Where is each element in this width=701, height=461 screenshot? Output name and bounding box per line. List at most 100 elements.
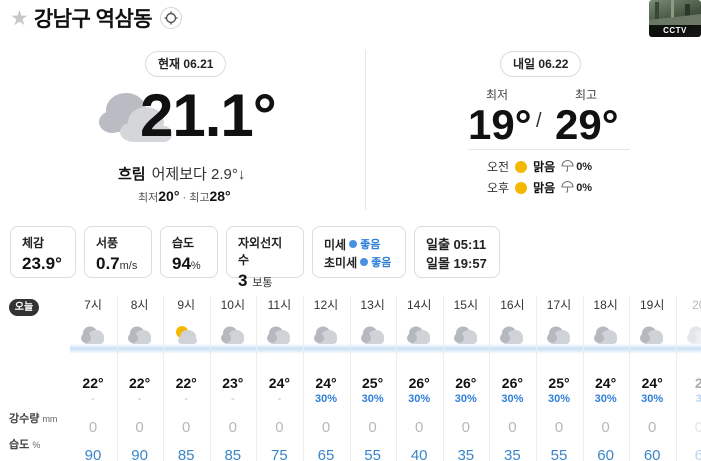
sunrise-card[interactable]: 일출 05:11 일몰 19:57	[414, 226, 500, 278]
wind-card[interactable]: 서풍 0.7m/s	[84, 226, 152, 278]
hour-column: 20 2 3 0 6	[676, 296, 701, 461]
location-title: 강남구 역삼동	[33, 8, 153, 31]
cctv-thumbnail[interactable]: CCTV	[649, 0, 701, 37]
hour-precip-prob: 30%	[361, 393, 384, 405]
crosshair-icon[interactable]	[160, 7, 183, 29]
hour-time: 8시	[130, 298, 149, 312]
dust-card[interactable]: 미세 좋음 초미세 좋음	[312, 226, 406, 278]
pm10-value: 좋음	[360, 239, 381, 251]
panel-divider	[365, 50, 366, 210]
cloud-icon	[210, 320, 256, 350]
cloud-icon	[117, 320, 163, 350]
hour-rain: 0	[368, 419, 377, 436]
hour-temp: 22°	[129, 375, 151, 391]
hour-column: 14시 26° 30% 0 40	[396, 296, 442, 461]
sunset-time: 19:57	[453, 256, 487, 271]
wind-speed: 0.7	[96, 254, 120, 273]
sunrise-time: 05:11	[453, 237, 487, 252]
star-icon[interactable]: ★	[10, 8, 29, 29]
cloud-icon	[443, 320, 489, 350]
hour-precip-prob: 30%	[547, 393, 571, 405]
sunset-row: 일몰 19:57	[426, 253, 488, 272]
pm25-value: 좋음	[371, 257, 392, 269]
hour-rain: 0	[415, 419, 424, 436]
humidity-value: 94%	[172, 254, 206, 274]
pm25-row: 초미세 좋음	[324, 253, 394, 271]
humidity-card[interactable]: 습도 94%	[160, 226, 218, 278]
hour-humidity: 65	[317, 447, 335, 461]
uv-card[interactable]: 자외선지수 3 보통	[226, 226, 304, 290]
status-dot-icon	[360, 258, 369, 266]
hour-precip-prob: 30%	[408, 393, 431, 405]
hour-temp: 2	[694, 375, 701, 391]
today-minmax: 최저20° · 최고28°	[138, 188, 231, 204]
tomorrow-min: 19°	[468, 101, 532, 148]
hour-humidity: 90	[131, 447, 148, 461]
hour-rain: 0	[554, 419, 564, 436]
hour-time: 10시	[220, 298, 245, 312]
hour-column: 13시 25° 30% 0 55	[350, 296, 396, 461]
hour-time: 12시	[313, 298, 339, 312]
hour-temp: 24°	[595, 375, 617, 391]
hour-temp: 26°	[501, 375, 523, 391]
pm-label: 오후	[487, 181, 510, 195]
hour-column: 18시 24° 30% 0 60	[583, 296, 629, 461]
uv-number: 3	[238, 271, 248, 290]
hour-rain: 0	[228, 419, 237, 436]
hour-humidity: 6	[694, 447, 701, 461]
hour-precip-prob: 3	[695, 393, 701, 405]
temperature-compare: 어제보다 2.9°↓	[151, 166, 246, 183]
card-title: 서풍	[96, 236, 119, 250]
tomorrow-max: 29°	[555, 101, 619, 148]
am-label: 오전	[487, 160, 510, 174]
today-min-label: 최저	[138, 192, 159, 204]
am-condition: 맑음	[533, 160, 556, 174]
hour-temp: 22°	[82, 375, 104, 391]
sun-icon	[515, 181, 528, 194]
hour-precip-prob: 30%	[641, 393, 664, 405]
tomorrow-am-row: 오전 맑음 0%	[487, 158, 592, 175]
hour-rain: 0	[182, 419, 191, 436]
today-min: 20°	[158, 188, 180, 204]
hour-column: 12시 24° 30% 0 65	[303, 296, 349, 461]
hour-column: 19시 24° 30% 0 60	[629, 296, 675, 461]
hour-humidity: 85	[177, 447, 195, 461]
hour-humidity: 85	[224, 447, 242, 461]
hour-precip-prob: 30%	[594, 393, 617, 405]
condition-line: 흐림 어제보다 2.9°↓	[118, 163, 245, 184]
cloud-icon	[256, 320, 302, 350]
status-dot-icon	[349, 240, 358, 248]
hour-rain: 0	[461, 419, 470, 436]
uv-level: 보통	[252, 277, 273, 289]
hour-time: 11시	[267, 298, 292, 312]
today-max: 28°	[209, 188, 231, 204]
sunrise-row: 일출 05:11	[426, 234, 488, 253]
hour-time: 9시	[177, 298, 196, 312]
location-header: ★ 강남구 역삼동	[10, 4, 183, 32]
hour-temp: 25°	[548, 375, 570, 391]
hour-column: 9시 22° - 0 85	[163, 296, 209, 461]
hour-temp: 25°	[362, 375, 384, 391]
hour-column: 16시 26° 30% 0 35	[489, 296, 535, 461]
today-badge[interactable]: 오늘	[9, 299, 39, 316]
hour-temp: 24°	[315, 375, 337, 391]
hour-humidity: 55	[550, 447, 568, 461]
sunset-label: 일몰	[426, 256, 450, 271]
hour-rain: 0	[88, 419, 98, 436]
rain-row-label: 강수량 mm	[9, 410, 57, 426]
hour-column: 8시 22° - 0 90	[117, 296, 163, 461]
card-title: 체감	[22, 236, 45, 250]
humidity-unit: %	[190, 260, 201, 272]
cloud-icon	[303, 320, 349, 350]
hour-column: 15시 26° 30% 0 35	[443, 296, 489, 461]
hour-humidity: 35	[504, 447, 521, 461]
am-precip: 0%	[576, 160, 593, 173]
hour-temp: 24°	[641, 375, 663, 391]
umbrella-icon	[561, 180, 574, 196]
hour-precip-prob: 30%	[454, 393, 477, 405]
hour-column: 10시 23° - 0 85	[210, 296, 256, 461]
feels-like-card[interactable]: 체감 23.9°	[10, 226, 76, 278]
wind-value: 0.7m/s	[96, 254, 140, 274]
card-title: 습도	[172, 236, 195, 250]
hour-rain: 0	[275, 419, 284, 436]
